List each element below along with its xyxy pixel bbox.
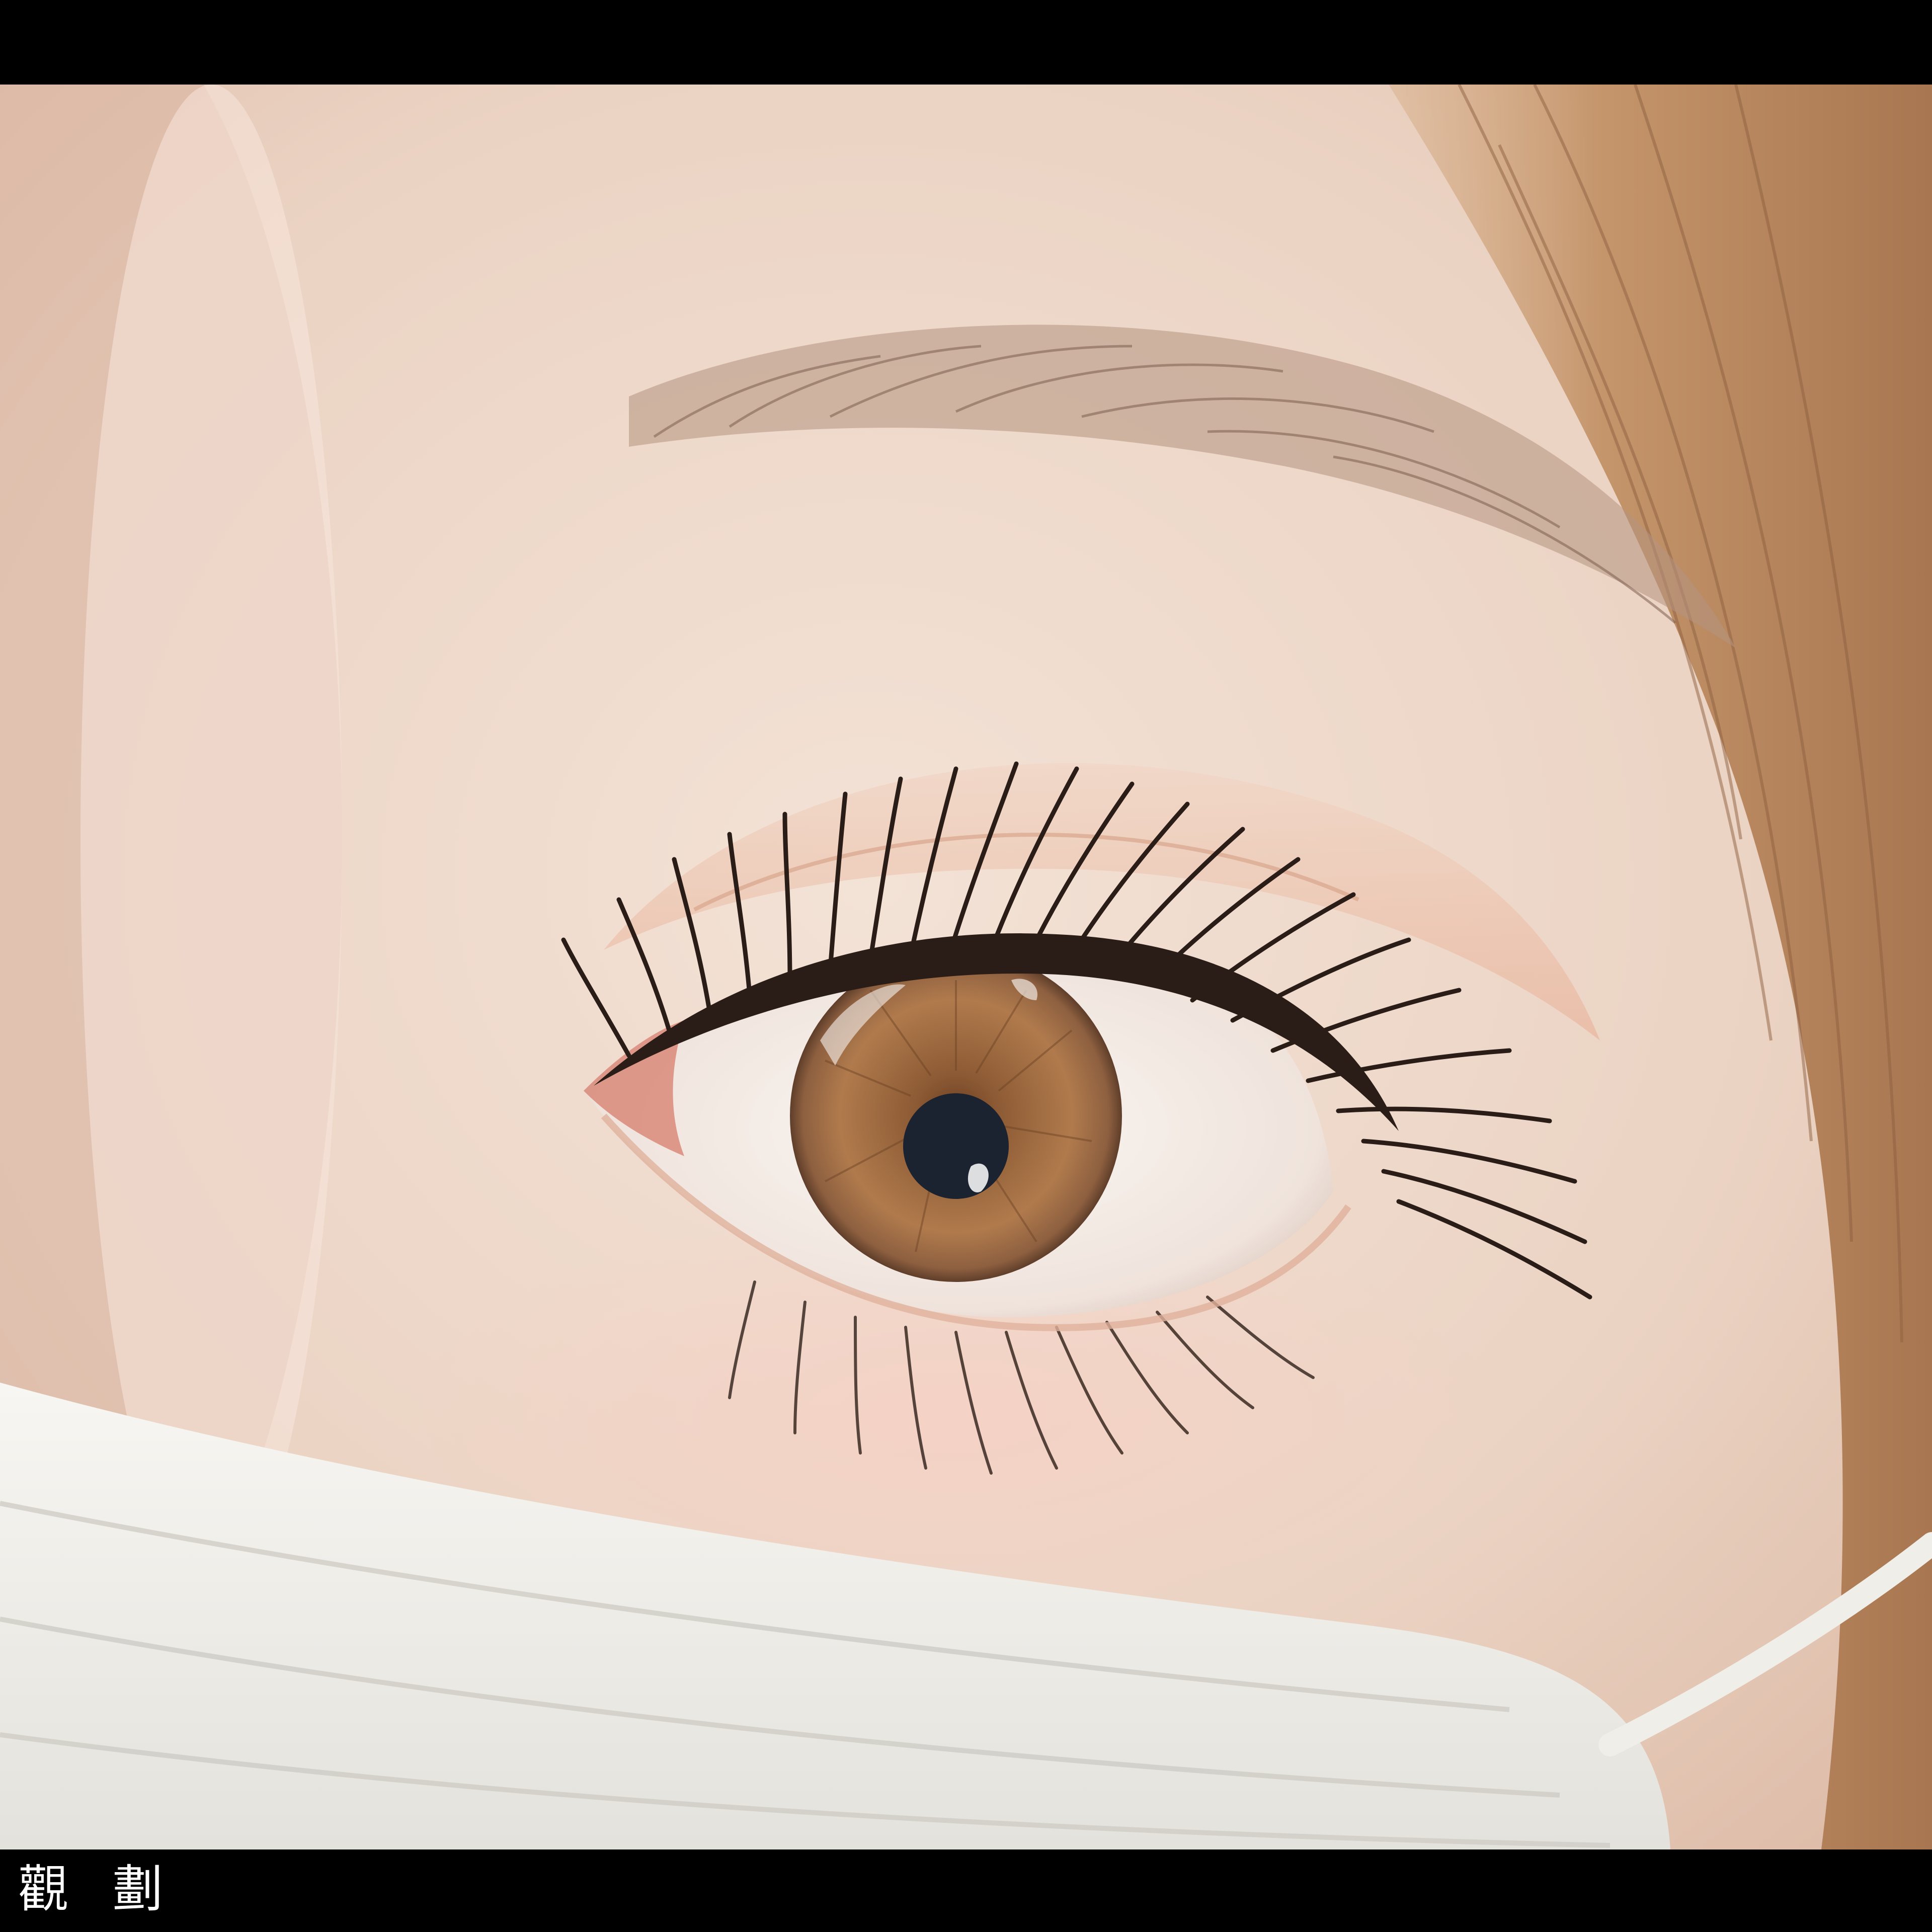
watermark-caption: 觀 劃 — [18, 1860, 177, 1918]
nose-highlight — [80, 85, 342, 1594]
eye-closeup-photo — [0, 85, 1932, 1849]
image-frame: 觀 劃 — [0, 0, 1932, 1932]
pupil — [903, 1093, 1009, 1199]
bottom-letterbox-bar — [0, 1849, 1932, 1932]
top-letterbox-bar — [0, 0, 1932, 85]
